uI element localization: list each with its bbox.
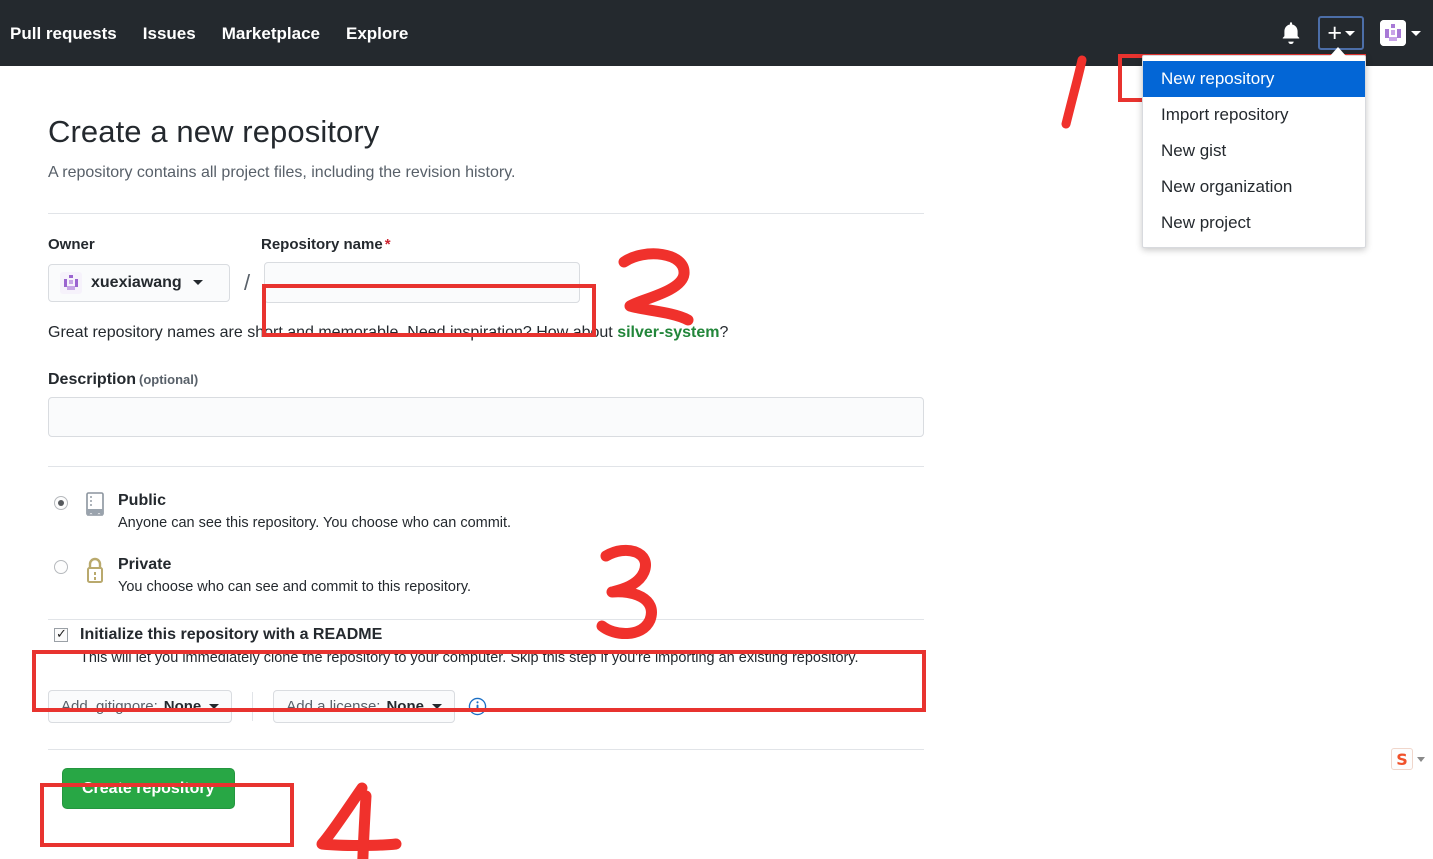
repo-book-icon [82, 492, 108, 527]
chevron-down-icon [209, 704, 220, 709]
private-radio-button[interactable] [54, 560, 68, 574]
private-title: Private [118, 556, 172, 573]
description-label: Description [48, 371, 137, 388]
initialize-readme-section: Initialize this repository with a README… [48, 622, 924, 668]
hint-suffix-text: ? [719, 324, 729, 341]
public-description: Anyone can see this repository. You choo… [118, 515, 512, 531]
readme-checkbox-row[interactable]: Initialize this repository with a README [54, 626, 924, 644]
create-new-dropdown-menu: New repository Import repository New gis… [1142, 55, 1366, 248]
chevron-down-icon[interactable] [1417, 756, 1425, 762]
chevron-down-icon [1411, 30, 1421, 36]
chevron-down-icon [1345, 30, 1355, 36]
vertical-divider [252, 692, 254, 721]
chevron-down-icon [192, 280, 203, 285]
lock-icon [82, 556, 108, 591]
sogou-ime-indicator[interactable]: S [1391, 748, 1425, 770]
primary-nav: Pull requests Issues Marketplace Explore [10, 25, 408, 42]
nav-pull-requests[interactable]: Pull requests [10, 25, 117, 42]
description-optional-text: (optional) [139, 372, 199, 387]
public-option-text: Public Anyone can see this repository. Y… [118, 491, 511, 533]
divider [48, 213, 924, 214]
visibility-option-private[interactable]: Private You choose who can see and commi… [48, 555, 924, 597]
owner-and-name-row: xuexiawang / [48, 262, 924, 303]
create-repository-button[interactable]: Create repository [62, 768, 235, 809]
nav-explore[interactable]: Explore [346, 25, 408, 42]
divider [48, 749, 924, 750]
public-radio-button[interactable] [54, 496, 68, 510]
divider [48, 619, 924, 620]
readme-title: Initialize this repository with a README [80, 626, 383, 643]
menu-item-new-repository[interactable]: New repository [1143, 61, 1365, 97]
description-input[interactable] [48, 397, 924, 437]
gitignore-prefix-label: Add .gitignore: [61, 698, 158, 715]
private-option-text: Private You choose who can see and commi… [118, 555, 471, 597]
menu-item-new-gist[interactable]: New gist [1143, 133, 1365, 169]
nav-marketplace[interactable]: Marketplace [222, 25, 320, 42]
menu-item-new-project[interactable]: New project [1143, 205, 1365, 241]
repository-name-label: Repository name [261, 236, 383, 253]
owner-select-button[interactable]: xuexiawang [48, 263, 230, 302]
sogou-s-icon: S [1391, 748, 1413, 770]
menu-item-new-organization[interactable]: New organization [1143, 169, 1365, 205]
divider [48, 466, 924, 467]
readme-description: This will let you immediately clone the … [80, 650, 859, 666]
initialize-readme-checkbox[interactable] [54, 626, 68, 642]
page-subtitle: A repository contains all project files,… [48, 164, 516, 181]
chevron-down-icon [431, 704, 442, 709]
add-license-select[interactable]: Add a license: None [273, 690, 455, 723]
plus-icon: + [1327, 19, 1342, 47]
gitignore-license-row: Add .gitignore: None Add a license: None [48, 690, 924, 723]
public-title: Public [118, 492, 167, 509]
owner-and-name-labels: Owner Repository name * [48, 236, 924, 254]
license-selected-value: None [386, 698, 424, 715]
page-title: Create a new repository [48, 114, 380, 149]
suggested-repository-name[interactable]: silver-system [617, 324, 719, 341]
repository-name-hint: Great repository names are short and mem… [48, 323, 924, 343]
visibility-option-public[interactable]: Public Anyone can see this repository. Y… [48, 491, 924, 533]
new-repository-form: Create a new repository A repository con… [48, 112, 924, 809]
new-menu-plus-button[interactable]: + [1318, 16, 1364, 50]
menu-item-import-repository[interactable]: Import repository [1143, 97, 1365, 133]
required-marker: * [384, 236, 391, 253]
add-gitignore-select[interactable]: Add .gitignore: None [48, 690, 233, 723]
hint-prefix-text: Great repository names are short and mem… [48, 324, 618, 341]
private-description: You choose who can see and commit to thi… [118, 579, 472, 595]
owner-label: Owner [48, 236, 95, 253]
gitignore-selected-value: None [163, 698, 202, 715]
nav-issues[interactable]: Issues [143, 25, 196, 42]
description-label-group: Description (optional) [48, 371, 924, 389]
user-menu-button[interactable] [1380, 20, 1421, 46]
license-prefix-label: Add a license: [286, 698, 381, 715]
owner-name-separator: / [244, 269, 251, 295]
repository-name-input[interactable] [264, 262, 581, 303]
owner-avatar-identicon [60, 271, 82, 294]
user-avatar-identicon [1380, 20, 1406, 46]
visibility-section: Public Anyone can see this repository. Y… [48, 491, 924, 597]
owner-name-text: xuexiawang [91, 273, 182, 291]
dropdown-pointer-arrow [1330, 47, 1346, 56]
bell-icon[interactable] [1280, 21, 1302, 45]
info-circle-icon[interactable] [455, 697, 487, 716]
